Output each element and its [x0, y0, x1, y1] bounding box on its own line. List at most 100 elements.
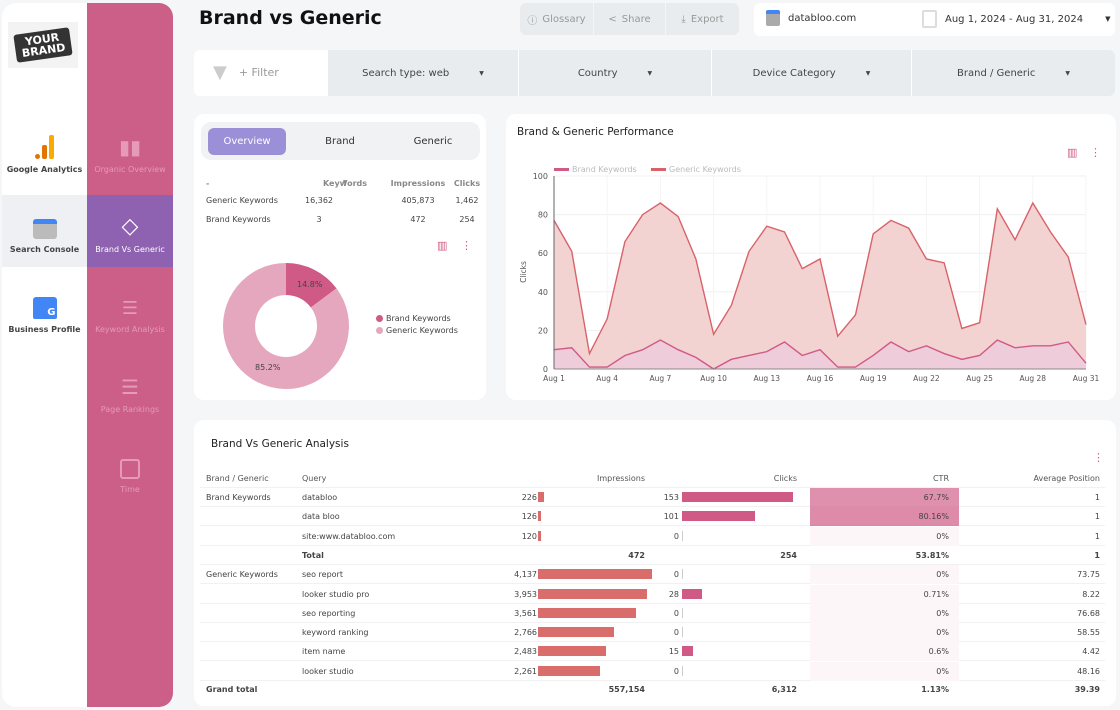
- share-button[interactable]: < Share: [594, 3, 665, 35]
- page-title: Brand vs Generic: [199, 7, 382, 29]
- table-row[interactable]: looker studio pro 3,953 28 0.71% 8.22: [200, 584, 1105, 604]
- impressions-cell: 126: [521, 512, 537, 522]
- query-cell: seo reporting: [302, 608, 356, 618]
- source-search-console[interactable]: Search Console: [2, 195, 87, 267]
- x-tick-label: Aug 16: [807, 374, 834, 383]
- y-axis-label: Clicks: [519, 261, 528, 283]
- legend-swatch: [554, 168, 569, 171]
- table-row[interactable]: Brand Keywords databloo 226 153 67.7% 1: [200, 488, 1105, 507]
- clicks-total: 6,312: [771, 685, 797, 694]
- impressions-cell: 3,561: [514, 608, 537, 618]
- glossary-button[interactable]: ⓘ Glossary: [520, 3, 593, 35]
- tab-brand[interactable]: Brand: [294, 128, 386, 155]
- chevron-down-icon: ▼: [1105, 15, 1111, 23]
- tab-overview[interactable]: Overview: [208, 128, 286, 155]
- table-row[interactable]: item name 2,483 15 0.6% 4.42: [200, 642, 1105, 662]
- chevron-down-icon: ▼: [647, 69, 653, 77]
- overview-cell: 472: [410, 215, 426, 224]
- filter-brand-generic[interactable]: Brand / Generic ▼: [912, 50, 1115, 96]
- ctr-cell: 0%: [810, 661, 959, 681]
- ctr-cell: 0%: [810, 526, 959, 546]
- more-menu-icon[interactable]: ⋮: [461, 239, 472, 252]
- clicks-bar: [682, 627, 683, 638]
- query-cell: Total: [302, 550, 324, 560]
- table-row[interactable]: site:www.databloo.com 120 0 0% 1: [200, 526, 1105, 546]
- impressions-cell: 2,261: [514, 666, 537, 676]
- y-tick-label: 60: [538, 249, 548, 258]
- clicks-bar: [682, 588, 703, 599]
- query-cell: databloo: [302, 493, 338, 502]
- column-header[interactable]: Brand / Generic: [206, 469, 269, 488]
- impressions-bar: [538, 530, 542, 541]
- impressions-cell: 2,483: [514, 647, 537, 657]
- x-tick-label: Aug 25: [966, 374, 993, 383]
- nav-brand-vs-generic[interactable]: ◇ Brand Vs Generic: [87, 195, 173, 267]
- column-header[interactable]: Clicks: [774, 469, 797, 488]
- export-button[interactable]: ⤓ Export: [666, 3, 739, 35]
- legend-label[interactable]: Generic Keywords: [669, 165, 741, 174]
- x-tick-label: Aug 13: [754, 374, 781, 383]
- ctr-cell: 80.16%: [810, 507, 959, 527]
- source-google-analytics[interactable]: Google Analytics: [2, 115, 87, 187]
- search-console-icon: [766, 10, 780, 26]
- x-tick-label: Aug 7: [649, 374, 671, 383]
- table-row[interactable]: Total 472 254 53.81% 1: [200, 546, 1105, 565]
- column-header[interactable]: Query: [302, 469, 326, 488]
- nav-organic-overview[interactable]: ▮▮ Organic Overview: [87, 115, 173, 187]
- chart-title: Brand & Generic Performance: [517, 126, 674, 138]
- column-header: -: [206, 179, 210, 188]
- clicks-cell: 0: [673, 531, 679, 541]
- x-tick-label: Aug 22: [913, 374, 940, 383]
- overview-cell: Brand Keywords: [206, 215, 271, 224]
- date-range-picker[interactable]: Aug 1, 2024 - Aug 31, 2024 ▼: [922, 10, 1110, 28]
- filter-country[interactable]: Country ▼: [519, 50, 711, 96]
- query-cell: keyword ranking: [302, 628, 369, 638]
- table-row[interactable]: looker studio 2,261 0 0% 48.16: [200, 661, 1105, 681]
- download-icon: ⤓: [681, 13, 686, 25]
- x-tick-label: Aug 31: [1073, 374, 1100, 383]
- table-row[interactable]: Generic Keywords seo report 4,137 0 0% 73.75: [200, 565, 1105, 585]
- clicks-cell: 0: [673, 608, 679, 618]
- ctr-cell: 0%: [810, 623, 959, 643]
- impressions-cell: 3,953: [514, 589, 537, 599]
- property-selector[interactable]: databloo.com: [766, 10, 856, 26]
- y-tick-label: 0: [543, 365, 548, 374]
- overview-cell: 405,873: [401, 196, 435, 205]
- column-header[interactable]: CTR: [933, 469, 949, 488]
- add-filter-button[interactable]: ▼ + Filter: [213, 62, 279, 83]
- nav-time[interactable]: Time: [87, 435, 173, 507]
- legend-label[interactable]: Brand Keywords: [572, 165, 637, 174]
- x-tick-label: Aug 28: [1020, 374, 1047, 383]
- impressions-cell: 226: [521, 493, 537, 502]
- column-header[interactable]: Average Position: [1033, 469, 1100, 488]
- position-total: 39.39: [1074, 685, 1100, 694]
- table-row[interactable]: data bloo 126 101 80.16% 1: [200, 507, 1105, 527]
- column-header[interactable]: Impressions: [597, 469, 645, 488]
- nav-keyword-analysis[interactable]: ☰ Keyword Analysis: [87, 275, 173, 347]
- chart-options-icon[interactable]: ▥: [437, 239, 447, 252]
- tab-generic[interactable]: Generic: [387, 128, 479, 155]
- source-business-profile[interactable]: G Business Profile: [2, 275, 87, 347]
- column-header: Impressions: [390, 179, 446, 188]
- calendar-icon: [922, 10, 937, 28]
- clicks-bar: [682, 569, 683, 580]
- more-menu-icon[interactable]: ⋮: [1093, 451, 1104, 464]
- more-menu-icon[interactable]: ⋮: [1090, 146, 1101, 159]
- y-tick-label: 80: [538, 211, 548, 220]
- bar-chart-icon: ▮▮: [118, 135, 141, 159]
- legend-generic: Generic Keywords: [376, 326, 458, 335]
- clicks-cell: 28: [668, 589, 679, 599]
- overview-cell: 16,362: [305, 196, 333, 205]
- chart-options-icon[interactable]: ▥: [1067, 146, 1077, 159]
- grand-total-row: Grand total 557,154 6,312 1.13% 39.39: [200, 680, 1105, 699]
- filter-search-type[interactable]: Search type: web ▼: [328, 50, 518, 96]
- filter-device-category[interactable]: Device Category ▼: [712, 50, 911, 96]
- calendar-icon: [87, 445, 173, 479]
- table-row[interactable]: seo reporting 3,561 0 0% 76.68: [200, 603, 1105, 623]
- table-row[interactable]: keyword ranking 2,766 0 0% 58.55: [200, 623, 1105, 643]
- clicks-bar: [682, 646, 693, 657]
- grand-total-label: Grand total: [206, 685, 258, 694]
- share-icon: <: [608, 13, 617, 25]
- nav-page-rankings[interactable]: ☰ Page Rankings: [87, 355, 173, 427]
- table-header: Brand / Generic Query Impressions Clicks CTR…: [200, 469, 1105, 488]
